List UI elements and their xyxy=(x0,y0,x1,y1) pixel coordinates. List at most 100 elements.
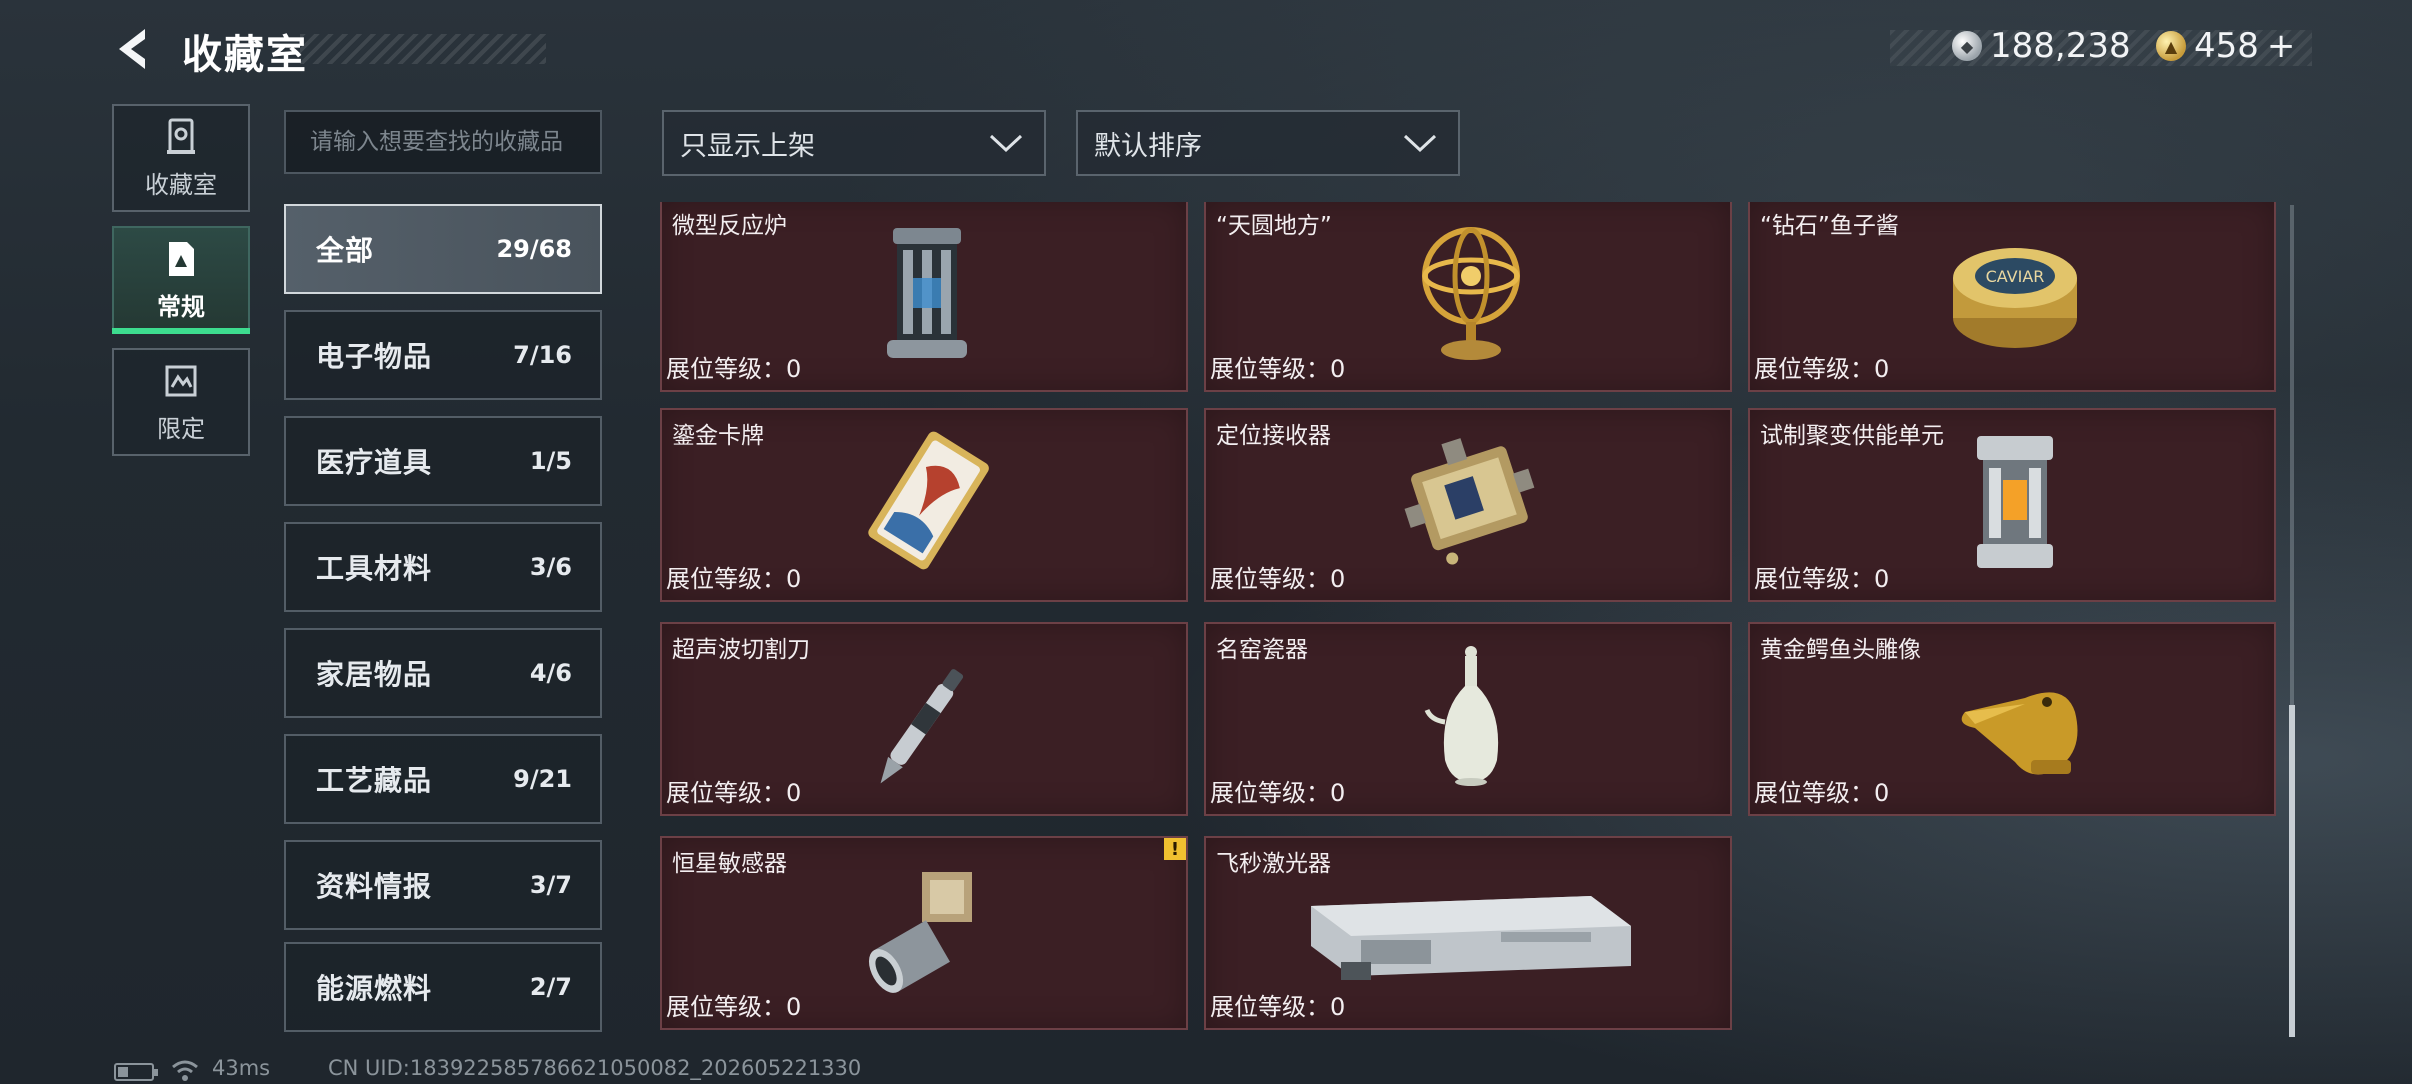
item-name: 超声波切割刀 xyxy=(672,637,810,663)
nav-label: 收藏室 xyxy=(145,170,217,199)
shelf-filter-dropdown[interactable]: 只显示上架 xyxy=(662,110,1046,176)
category-name: 家居物品 xyxy=(316,658,433,691)
page-title: 收藏室 xyxy=(182,32,308,78)
femtosecond-laser-icon xyxy=(1296,856,1646,1006)
collection-icon xyxy=(167,118,195,154)
item-card[interactable]: 超声波切割刀 展位等级：0 xyxy=(660,622,1188,816)
item-card[interactable]: 微型反应炉 展位等级：0 xyxy=(660,202,1188,392)
category-count: 29/68 xyxy=(496,235,572,263)
category-name: 电子物品 xyxy=(316,340,433,373)
category-electronics[interactable]: 电子物品 7/16 xyxy=(284,310,602,400)
category-name: 全部 xyxy=(316,234,375,267)
receiver-icon xyxy=(1356,428,1586,578)
nav-regular[interactable]: 常规 xyxy=(112,226,250,334)
caviar-tin-icon: CAVIAR xyxy=(1900,218,2130,368)
scrollbar-thumb[interactable] xyxy=(2289,705,2295,1037)
sort-label: 默认排序 xyxy=(1094,130,1202,162)
item-name: 黄金鳄鱼头雕像 xyxy=(1760,637,1921,663)
chevron-down-icon xyxy=(1403,134,1437,153)
gilded-card-icon xyxy=(812,428,1042,578)
nav-label: 限定 xyxy=(157,414,205,443)
display-level: 展位等级：0 xyxy=(1754,779,1890,807)
limited-icon xyxy=(165,365,197,396)
silver-coin-icon: ◆ xyxy=(1952,31,1982,61)
armillary-sphere-icon xyxy=(1356,218,1586,368)
display-level: 展位等级：0 xyxy=(1754,565,1890,593)
category-intel[interactable]: 资料情报 3/7 xyxy=(284,840,602,930)
back-button[interactable] xyxy=(108,24,158,74)
item-card[interactable]: 名窑瓷器 展位等级：0 xyxy=(1204,622,1732,816)
category-name: 医疗道具 xyxy=(316,446,433,479)
nav-label: 常规 xyxy=(157,292,205,321)
shelf-filter-label: 只显示上架 xyxy=(680,130,815,162)
display-level: 展位等级：0 xyxy=(1210,993,1346,1021)
porcelain-vase-icon xyxy=(1356,642,1586,792)
item-name: “钻石”鱼子酱 xyxy=(1760,213,1899,239)
category-household[interactable]: 家居物品 4/6 xyxy=(284,628,602,718)
category-count: 3/6 xyxy=(529,553,572,581)
item-card[interactable]: 定位接收器 展位等级：0 xyxy=(1204,408,1732,602)
collection-grid[interactable]: 微型反应炉 展位等级：0 “天圆地方” 展位等级：0 “钻石”鱼子酱 CAVIA… xyxy=(660,202,2280,1040)
item-card[interactable]: 鎏金卡牌 展位等级：0 xyxy=(660,408,1188,602)
fusion-cell-icon xyxy=(1900,428,2130,578)
category-all[interactable]: 全部 29/68 xyxy=(284,204,602,294)
item-name: 定位接收器 xyxy=(1216,423,1331,449)
item-card[interactable]: “天圆地方” 展位等级：0 xyxy=(1204,202,1732,392)
category-fuel[interactable]: 能源燃料 2/7 xyxy=(284,942,602,1032)
gold-coin-icon: ▲ xyxy=(2156,31,2186,61)
regular-icon xyxy=(169,241,194,276)
silver-currency: ◆ 188,238 xyxy=(1952,26,2131,66)
nav-collection-room[interactable]: 收藏室 xyxy=(112,104,250,212)
gold-currency-value: 458 xyxy=(2194,26,2259,66)
display-level: 展位等级：0 xyxy=(666,993,802,1021)
category-count: 4/6 xyxy=(529,659,572,687)
category-count: 7/16 xyxy=(513,341,572,369)
chevron-down-icon xyxy=(989,134,1023,153)
item-name: 鎏金卡牌 xyxy=(672,423,764,449)
gold-crocodile-icon xyxy=(1900,642,2130,792)
uid-text: CN UID:18392258578662105008​2_2026052213… xyxy=(328,1056,862,1080)
item-name: 名窑瓷器 xyxy=(1216,637,1308,663)
category-count: 3/7 xyxy=(529,871,572,899)
display-level: 展位等级：0 xyxy=(1210,355,1346,383)
category-count: 1/5 xyxy=(529,447,572,475)
add-currency-icon[interactable]: + xyxy=(2267,26,2296,66)
display-level: 展位等级：0 xyxy=(1210,565,1346,593)
item-card[interactable]: “钻石”鱼子酱 CAVIAR 展位等级：0 xyxy=(1748,202,2276,392)
wifi-icon xyxy=(172,1060,198,1081)
warning-badge-icon: ! xyxy=(1164,838,1186,860)
display-level: 展位等级：0 xyxy=(1754,355,1890,383)
top-bar: 收藏室 ◆ 188,238 ▲ 458 + xyxy=(0,0,2412,100)
category-name: 能源燃料 xyxy=(316,972,433,1005)
sort-dropdown[interactable]: 默认排序 xyxy=(1076,110,1460,176)
item-name: 微型反应炉 xyxy=(672,213,787,239)
category-tools[interactable]: 工具材料 3/6 xyxy=(284,522,602,612)
ping-text: 43ms xyxy=(212,1056,271,1080)
category-count: 2/7 xyxy=(529,973,572,1001)
back-arrow-icon xyxy=(119,29,145,69)
item-card[interactable]: 黄金鳄鱼头雕像 展位等级：0 xyxy=(1748,622,2276,816)
category-count: 9/21 xyxy=(513,765,572,793)
item-card[interactable]: 飞秒激光器 展位等级：0 xyxy=(1204,836,1732,1030)
battery-icon xyxy=(114,1063,158,1081)
category-name: 资料情报 xyxy=(316,870,433,903)
item-name: “天圆地方” xyxy=(1216,213,1332,239)
display-level: 展位等级：0 xyxy=(666,779,802,807)
star-sensor-icon xyxy=(812,856,1042,1006)
gold-currency[interactable]: ▲ 458 + xyxy=(2156,26,2295,66)
item-card[interactable]: 试制聚变供能单元 展位等级：0 xyxy=(1748,408,2276,602)
display-level: 展位等级：0 xyxy=(1210,779,1346,807)
category-name: 工艺藏品 xyxy=(316,764,433,797)
item-name: 恒星敏感器 xyxy=(672,851,787,877)
nav-limited[interactable]: 限定 xyxy=(112,348,250,456)
item-card[interactable]: 恒星敏感器 ! 展位等级：0 xyxy=(660,836,1188,1030)
search-box[interactable] xyxy=(284,110,602,174)
category-name: 工具材料 xyxy=(316,552,433,585)
svg-text:CAVIAR: CAVIAR xyxy=(1986,267,2045,286)
display-level: 展位等级：0 xyxy=(666,355,802,383)
search-input[interactable] xyxy=(310,112,600,172)
category-crafts[interactable]: 工艺藏品 9/21 xyxy=(284,734,602,824)
display-level: 展位等级：0 xyxy=(666,565,802,593)
ultrasonic-knife-icon xyxy=(812,642,1042,792)
category-medical[interactable]: 医疗道具 1/5 xyxy=(284,416,602,506)
